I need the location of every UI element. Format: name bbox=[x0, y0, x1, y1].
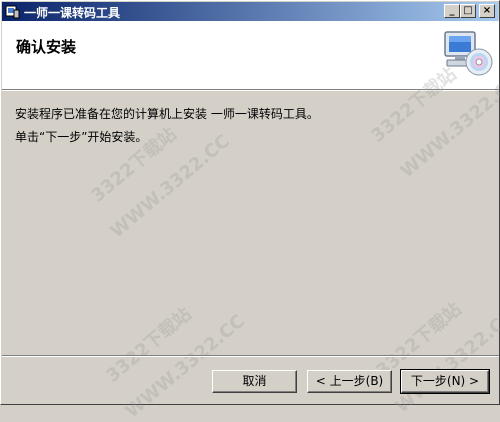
next-button[interactable]: 下一步(N) > bbox=[400, 369, 490, 394]
footer-divider-highlight bbox=[2, 356, 499, 357]
window-title: 一师一课转码工具 bbox=[24, 6, 121, 20]
title-bar[interactable]: 一师一课转码工具 _ □ × bbox=[2, 2, 498, 21]
page-title: 确认安装 bbox=[16, 38, 77, 56]
instruction-text: 单击“下一步”开始安装。 bbox=[15, 130, 148, 144]
cancel-button[interactable]: 取消 bbox=[212, 370, 297, 393]
install-ready-text: 安装程序已准备在您的计算机上安装 一师一课转码工具。 bbox=[15, 107, 319, 121]
minimize-button[interactable]: _ bbox=[444, 4, 460, 18]
maximize-button[interactable]: □ bbox=[460, 4, 476, 18]
installer-window: 一师一课转码工具 _ □ × 确认安装 安装程序已准备在您的计算机上安装 一师一… bbox=[0, 0, 500, 422]
close-button[interactable]: × bbox=[479, 4, 495, 18]
back-button[interactable]: < 上一步(B) bbox=[307, 370, 392, 393]
installer-icon bbox=[5, 5, 20, 19]
